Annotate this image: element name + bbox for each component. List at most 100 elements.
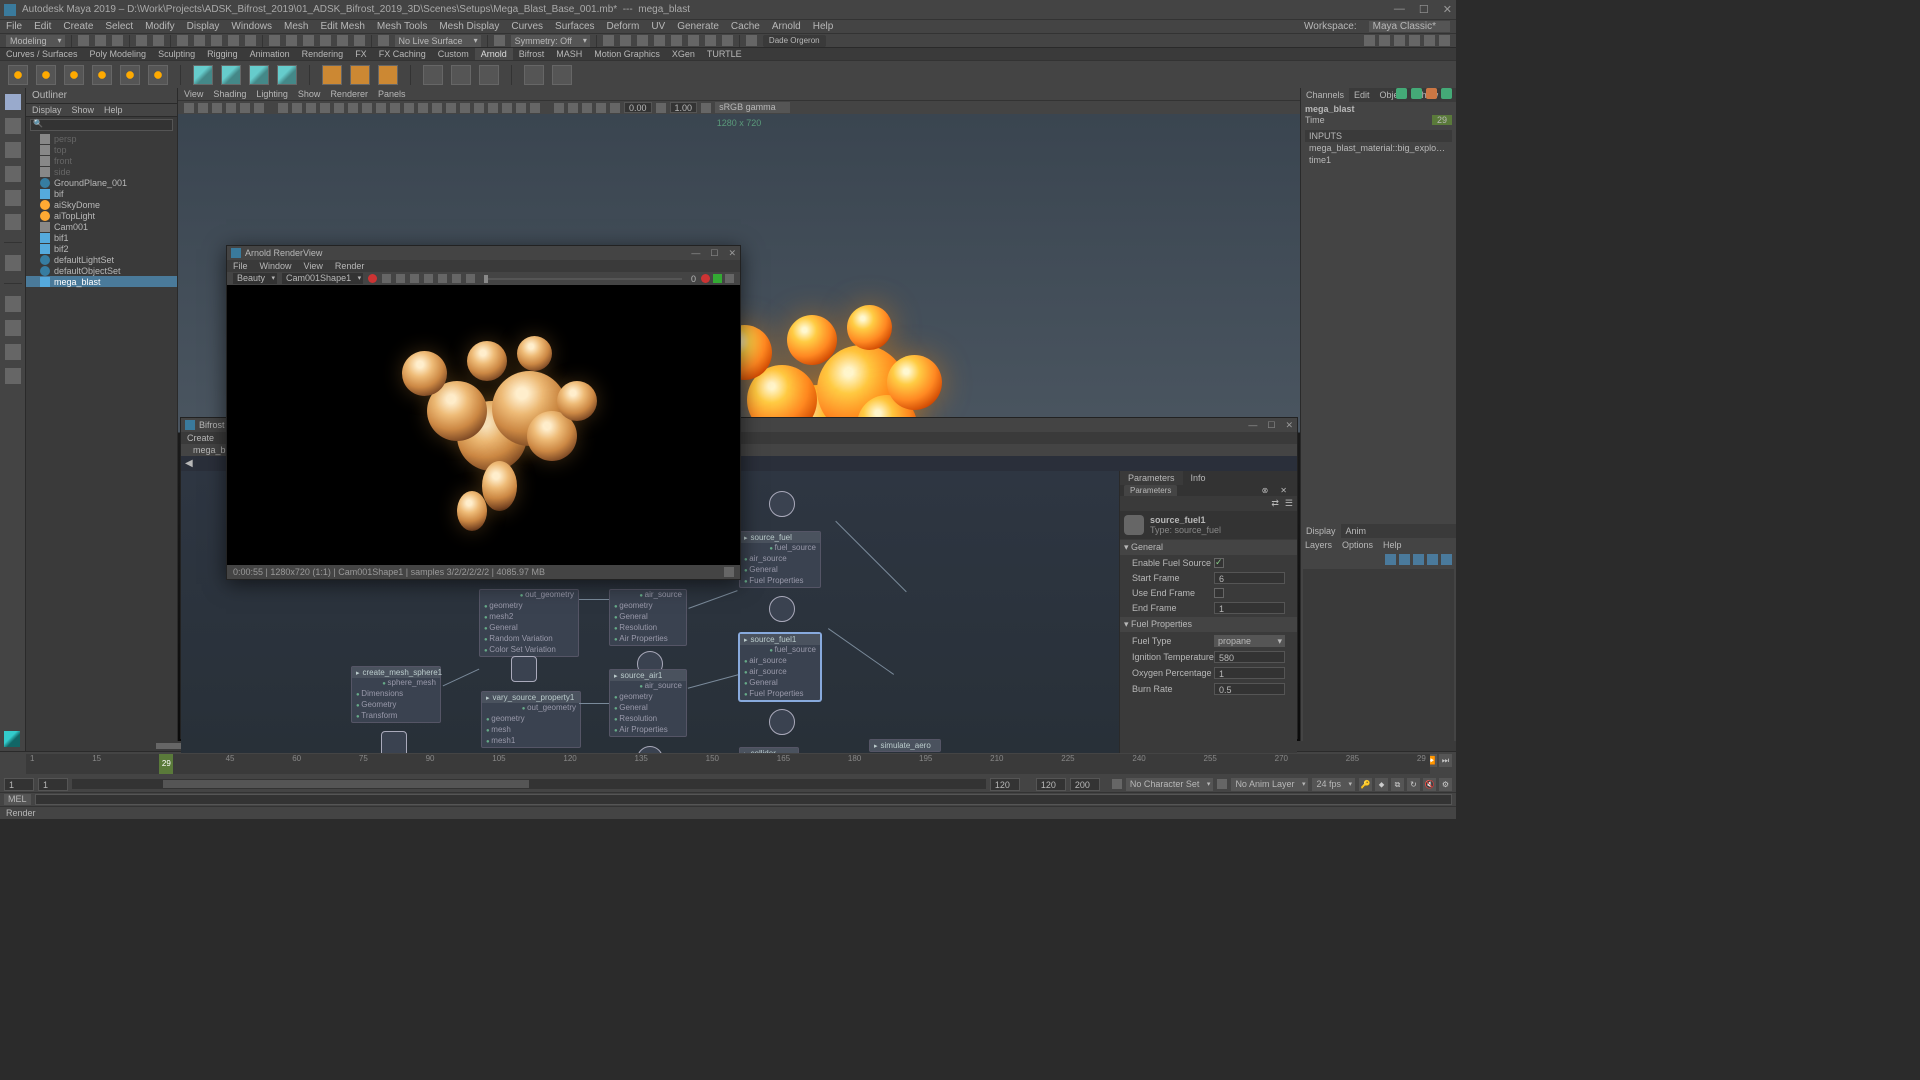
rv-resize-handle-icon[interactable] <box>724 567 734 577</box>
user-pill[interactable]: Dade Orgeron <box>763 35 826 47</box>
window-maximize-icon[interactable]: ☐ <box>710 248 718 259</box>
snap-curve-icon[interactable] <box>286 35 297 46</box>
fps-dropdown[interactable]: 24 fps <box>1312 778 1355 791</box>
rotate-tool-icon[interactable] <box>5 190 21 206</box>
rv-start-render-icon[interactable] <box>368 274 377 283</box>
render-settings-icon[interactable] <box>637 35 648 46</box>
menu-item[interactable]: Select <box>105 21 133 32</box>
shelf-tab[interactable]: FX Caching <box>373 48 432 60</box>
window-maximize-icon[interactable]: ☐ <box>1267 420 1275 431</box>
outliner-item[interactable]: top <box>26 144 177 155</box>
ch-input-item[interactable]: mega_blast_material::big_explosion_mat..… <box>1305 142 1452 154</box>
vp-menu-item[interactable]: Show <box>298 89 321 99</box>
bf-section-general[interactable]: General <box>1120 540 1297 555</box>
operator-icon[interactable] <box>350 65 370 85</box>
outliner-item[interactable]: defaultObjectSet <box>26 265 177 276</box>
menu-item[interactable]: Mesh <box>284 21 308 32</box>
dp-tab[interactable]: Display <box>1301 524 1341 538</box>
rv-refresh-icon[interactable] <box>396 274 405 283</box>
vp-icon[interactable] <box>446 103 456 113</box>
menu-item[interactable]: Edit Mesh <box>320 21 364 32</box>
live-surface-dropdown[interactable]: No Live Surface <box>395 35 481 47</box>
start-frame-input[interactable]: 6 <box>1214 572 1285 584</box>
playback-start-input[interactable]: 1 <box>38 778 68 791</box>
layer-icon[interactable] <box>1399 554 1410 565</box>
vp-icon[interactable] <box>376 103 386 113</box>
range-end2-input[interactable]: 200 <box>1070 778 1100 791</box>
ignition-temp-input[interactable]: 580 <box>1214 651 1285 663</box>
vp-icon[interactable] <box>554 103 564 113</box>
rv-settings-icon[interactable] <box>452 274 461 283</box>
light-portal-icon[interactable] <box>148 65 168 85</box>
vp-icon[interactable] <box>596 103 606 113</box>
snap-surface-icon[interactable] <box>337 35 348 46</box>
layout-icon[interactable] <box>1439 35 1450 46</box>
standin-icon[interactable] <box>193 65 213 85</box>
vp-gamma-input[interactable]: 1.00 <box>670 102 698 113</box>
outliner-item[interactable]: aiSkyDome <box>26 199 177 210</box>
end-frame-input[interactable]: 1 <box>1214 602 1285 614</box>
bf-icon-node[interactable] <box>769 596 795 622</box>
time-slider[interactable]: 1152945607590105120135150165180195210225… <box>26 754 1430 774</box>
bf-menu-icon[interactable]: ☰ <box>1285 498 1293 509</box>
paint-tool-icon[interactable] <box>5 142 21 158</box>
bf-node-vary-source-property[interactable]: vary_source_property1 out_geometry geome… <box>481 691 581 748</box>
vp-gamma-icon[interactable] <box>656 103 666 113</box>
physical-sky-icon[interactable] <box>120 65 140 85</box>
ch-input-item[interactable]: time1 <box>1305 154 1452 166</box>
rv-render-canvas[interactable] <box>227 285 740 565</box>
menu-item[interactable]: File <box>6 21 22 32</box>
playback-end-input[interactable]: 120 <box>990 778 1020 791</box>
rv-menu-item[interactable]: View <box>304 261 323 271</box>
range-start-input[interactable]: 1 <box>4 778 34 791</box>
select-object-icon[interactable] <box>228 35 239 46</box>
looping-icon[interactable]: ↻ <box>1407 778 1420 791</box>
rv-snapshot-icon[interactable] <box>438 274 447 283</box>
vp-icon[interactable] <box>568 103 578 113</box>
vp-icon[interactable] <box>432 103 442 113</box>
vp-icon[interactable] <box>254 103 264 113</box>
history-icon[interactable] <box>494 35 505 46</box>
window-minimize-icon[interactable]: — <box>1248 420 1257 431</box>
outliner-menu-item[interactable]: Help <box>104 105 123 115</box>
vp-icon[interactable] <box>390 103 400 113</box>
shader-icon[interactable] <box>479 65 499 85</box>
snap-grid-icon[interactable] <box>269 35 280 46</box>
rv-stop-render-icon[interactable] <box>382 274 391 283</box>
operator-icon[interactable] <box>322 65 342 85</box>
shelf-tab[interactable]: Curves / Surfaces <box>0 48 84 60</box>
rv-next-icon[interactable] <box>424 274 433 283</box>
toggle-icon[interactable] <box>1396 88 1407 99</box>
render-icon[interactable] <box>524 65 544 85</box>
light-editor-icon[interactable] <box>688 35 699 46</box>
bf-node-source-fuel1[interactable]: source_fuel1 fuel_source air_source air_… <box>739 633 821 701</box>
toggle-icon[interactable] <box>1426 88 1437 99</box>
outliner-item[interactable]: bif1 <box>26 232 177 243</box>
render-setup-icon[interactable] <box>705 35 716 46</box>
account-icon[interactable] <box>746 35 757 46</box>
photometric-light-icon[interactable] <box>92 65 112 85</box>
ch-object-name[interactable]: mega_blast <box>1305 104 1452 114</box>
vp-menu-item[interactable]: Panels <box>378 89 406 99</box>
shelf-tab[interactable]: TURTLE <box>701 48 748 60</box>
shelf-tab[interactable]: Poly Modeling <box>84 48 153 60</box>
shelf-tab[interactable]: Motion Graphics <box>588 48 666 60</box>
prefs-icon[interactable]: ⚙ <box>1439 778 1452 791</box>
layout-custom-icon[interactable] <box>5 368 21 384</box>
menu-item[interactable]: Deform <box>607 21 640 32</box>
vp-icon[interactable] <box>362 103 372 113</box>
scale-tool-icon[interactable] <box>5 214 21 230</box>
layout-icon[interactable] <box>1409 35 1420 46</box>
menu-item[interactable]: Cache <box>731 21 760 32</box>
current-time-marker[interactable]: 29 <box>159 754 173 774</box>
bf-node-create-mesh-sphere[interactable]: create_mesh_sphere1 sphere_mesh Dimensio… <box>351 666 441 723</box>
vp-icon[interactable] <box>530 103 540 113</box>
shelf-tab[interactable]: Bifrost <box>513 48 551 60</box>
shelf-tab[interactable]: Arnold <box>475 48 513 60</box>
operator-icon[interactable] <box>378 65 398 85</box>
menu-item[interactable]: Windows <box>231 21 272 32</box>
bf-menu-item[interactable]: Create <box>187 433 214 443</box>
menu-item[interactable]: Surfaces <box>555 21 594 32</box>
outliner-item[interactable]: Cam001 <box>26 221 177 232</box>
window-close-icon[interactable]: ✕ <box>728 248 736 259</box>
